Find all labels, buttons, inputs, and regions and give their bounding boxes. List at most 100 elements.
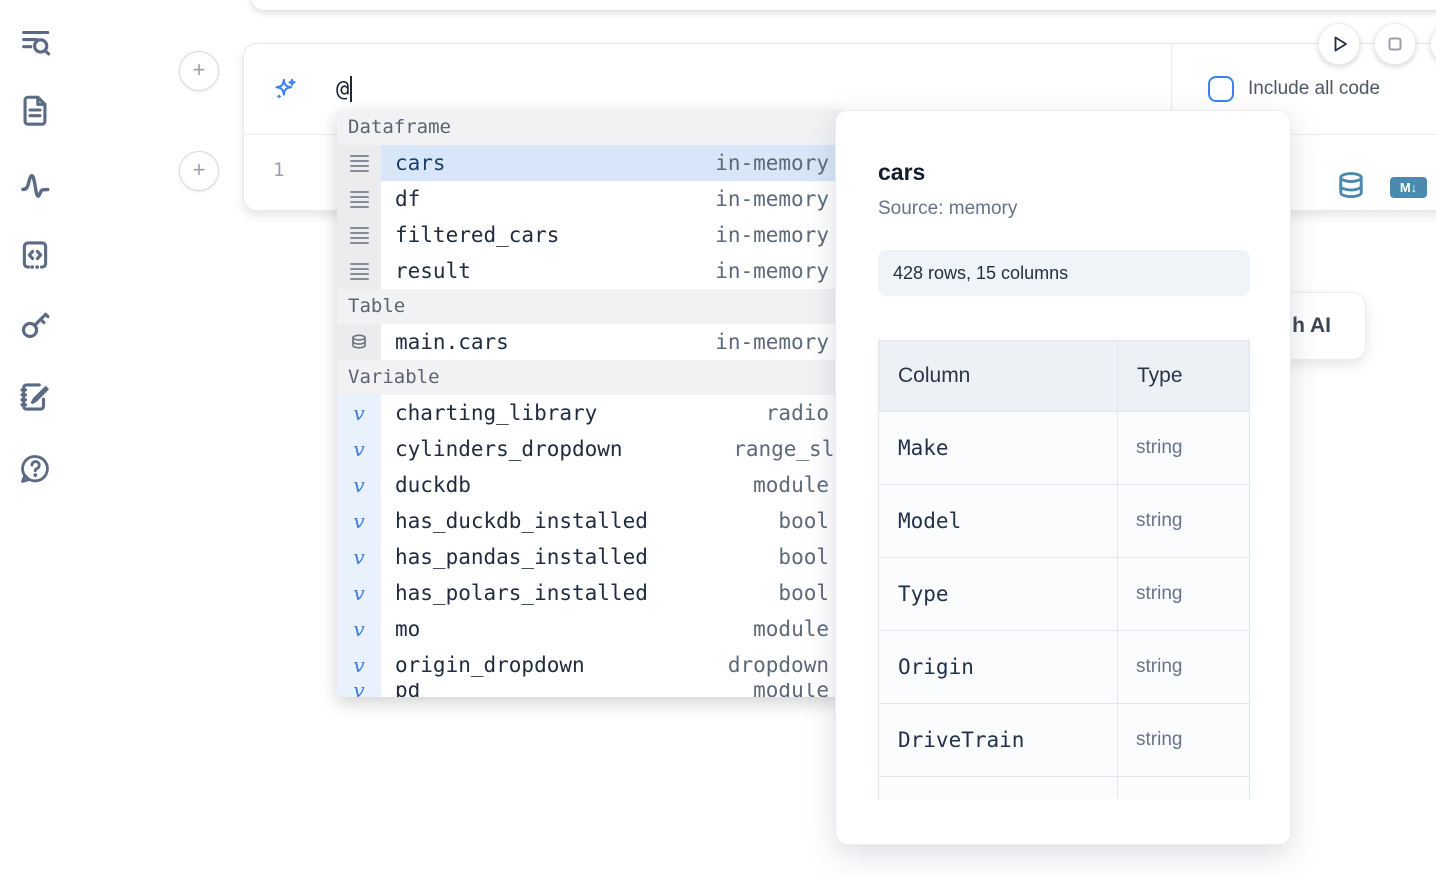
autocomplete-item-name: df — [395, 187, 420, 211]
autocomplete-item[interactable]: v cars in-memory — [337, 145, 845, 181]
preview-column-type: string — [1118, 631, 1250, 704]
autocomplete-item-detail: in-memory — [715, 223, 829, 247]
snippets-icon[interactable] — [18, 238, 52, 272]
variable-icon: v — [353, 655, 364, 675]
autocomplete-item-detail: module — [753, 473, 829, 497]
file-icon[interactable] — [18, 93, 52, 127]
autocomplete-section-header: Variable — [337, 360, 845, 395]
autocomplete-item-name: has_pandas_installed — [395, 545, 648, 569]
preview-column-name: DriveTrain — [879, 704, 1118, 777]
variable-icon: v — [353, 475, 364, 495]
variable-icon: v — [353, 583, 364, 603]
dataframe-icon — [350, 191, 369, 208]
autocomplete-item-name: has_polars_installed — [395, 581, 648, 605]
autocomplete-item-name: pd — [395, 683, 420, 697]
autocomplete-item-detail: range_sli — [733, 437, 845, 461]
preview-column-name: Make — [879, 412, 1118, 485]
autocomplete-item[interactable]: v mo module — [337, 611, 845, 647]
variable-icon: v — [353, 683, 364, 697]
include-all-code-label: Include all code — [1248, 78, 1380, 100]
autocomplete-item-name: main.cars — [395, 330, 509, 354]
autocomplete-item-detail: bool — [778, 509, 829, 533]
autocomplete-item-name: cars — [395, 151, 446, 175]
autocomplete-item-detail: in-memory — [715, 259, 829, 283]
include-all-code-checkbox[interactable] — [1208, 76, 1234, 102]
ai-prompt-value: @ — [336, 77, 349, 102]
scratchpad-icon[interactable] — [18, 380, 52, 414]
autocomplete-item[interactable]: v filtered_cars in-memory — [337, 217, 845, 253]
autocomplete-item[interactable]: v cylinders_dropdown range_sli — [337, 431, 845, 467]
autocomplete-item-name: filtered_cars — [395, 223, 559, 247]
ai-sparkle-icon — [272, 76, 299, 103]
variable-icon: v — [353, 439, 364, 459]
autocomplete-item-detail: module — [753, 617, 829, 641]
autocomplete-item[interactable]: v has_duckdb_installed bool — [337, 503, 845, 539]
autocomplete-item-name: cylinders_dropdown — [395, 437, 623, 461]
autocomplete-item[interactable]: v duckdb module — [337, 467, 845, 503]
activity-icon[interactable] — [18, 166, 52, 200]
autocomplete-item-name: mo — [395, 617, 420, 641]
preview-table-row: DriveTrain string — [879, 704, 1250, 777]
add-cell-below-button[interactable]: + — [179, 151, 219, 191]
autocomplete-item-name: origin_dropdown — [395, 653, 585, 677]
variable-icon: v — [353, 619, 364, 639]
line-number: 1 — [273, 159, 284, 181]
dataframe-icon — [350, 155, 369, 172]
preview-column-type — [1118, 777, 1250, 800]
autocomplete-item[interactable]: v df in-memory — [337, 181, 845, 217]
autocomplete-item-name: duckdb — [395, 473, 471, 497]
dataframe-preview-popup: cars Source: memory 428 rows, 15 columns… — [835, 110, 1291, 845]
preview-table-row: Origin string — [879, 631, 1250, 704]
preview-column-name: Origin — [879, 631, 1118, 704]
preview-table: Column Type Make string Model string Typ… — [878, 340, 1250, 799]
autocomplete-item-detail: in-memory — [715, 151, 829, 175]
autocomplete-item[interactable]: v has_pandas_installed bool — [337, 539, 845, 575]
generate-with-ai-label: h AI — [1292, 314, 1331, 338]
sidebar — [0, 0, 72, 874]
text-caret — [350, 76, 352, 102]
preview-type-header: Type — [1118, 341, 1250, 412]
database-icon[interactable] — [1336, 171, 1366, 203]
autocomplete-dropdown: Dataframe v cars in-memory — [337, 110, 845, 697]
autocomplete-item[interactable]: v has_polars_installed bool — [337, 575, 845, 611]
preview-table-row: Make string — [879, 412, 1250, 485]
variable-icon: v — [353, 511, 364, 531]
stop-cell-button[interactable] — [1374, 23, 1416, 65]
preview-column-type: string — [1118, 485, 1250, 558]
help-icon[interactable] — [18, 452, 52, 486]
variable-icon: v — [353, 547, 364, 567]
autocomplete-item[interactable]: v main.cars in-memory — [337, 324, 845, 360]
autocomplete-item-detail: bool — [778, 545, 829, 569]
preview-column-name: Type — [879, 558, 1118, 631]
autocomplete-item-detail: dropdown — [728, 653, 829, 677]
run-cell-button[interactable] — [1318, 23, 1360, 65]
ai-prompt-input[interactable]: @ — [336, 76, 352, 102]
autocomplete-item-detail: in-memory — [715, 187, 829, 211]
preview-shape-badge: 428 rows, 15 columns — [878, 250, 1250, 296]
preview-table-body: Make string Model string Type string Ori… — [879, 412, 1250, 800]
previous-cell-edge — [250, 0, 1436, 11]
preview-source: Source: memory — [878, 198, 1250, 220]
preview-column-type: string — [1118, 704, 1250, 777]
preview-title: cars — [878, 159, 1250, 186]
autocomplete-item-detail: bool — [778, 581, 829, 605]
dataframe-icon — [350, 227, 369, 244]
preview-table-row: Model string — [879, 485, 1250, 558]
preview-column-type: string — [1118, 412, 1250, 485]
preview-table-row: Type string — [879, 558, 1250, 631]
add-cell-above-button[interactable]: + — [179, 51, 219, 91]
autocomplete-section-header: Table — [337, 289, 845, 324]
toc-search-icon[interactable] — [18, 24, 52, 58]
autocomplete-item-detail: in-memory — [715, 330, 829, 354]
autocomplete-item-detail: radio — [766, 401, 829, 425]
autocomplete-item[interactable]: v origin_dropdown dropdown — [337, 647, 845, 683]
autocomplete-item-detail: module — [753, 683, 829, 697]
autocomplete-item[interactable]: v result in-memory — [337, 253, 845, 289]
autocomplete-item[interactable]: v charting_library radio — [337, 395, 845, 431]
table-icon — [350, 333, 368, 352]
markdown-badge[interactable]: M↓ — [1390, 177, 1427, 198]
autocomplete-item[interactable]: v pd module — [337, 683, 845, 697]
autocomplete-section-header: Dataframe — [337, 110, 845, 145]
preview-column-name — [879, 777, 1118, 800]
keys-icon[interactable] — [18, 308, 52, 342]
